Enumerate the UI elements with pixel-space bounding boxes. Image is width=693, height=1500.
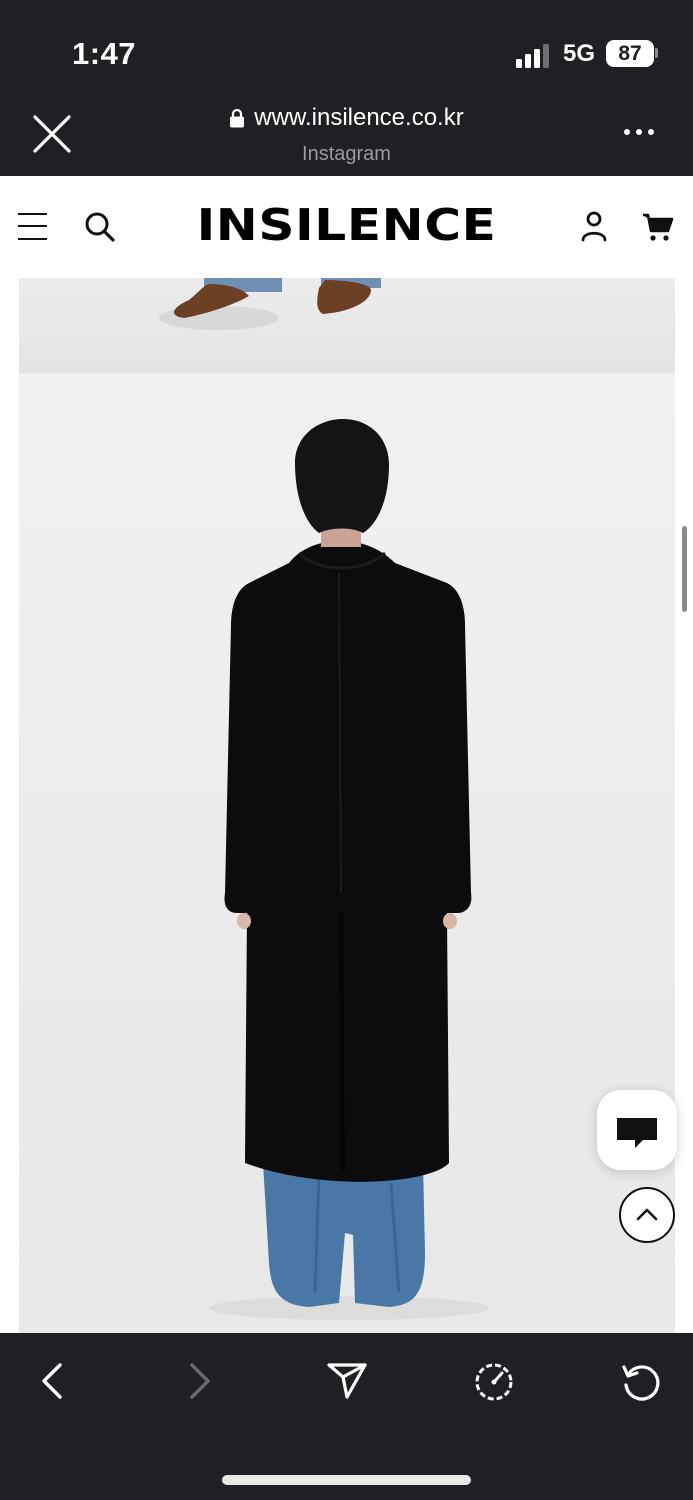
coat-model-illustration — [209, 419, 489, 1320]
product-detail-content[interactable] — [0, 278, 693, 1333]
battery-tip — [655, 48, 658, 58]
forward-button[interactable] — [178, 1359, 222, 1403]
signal-bars-icon — [516, 44, 556, 68]
user-icon[interactable] — [580, 210, 608, 242]
speed-button[interactable] — [472, 1359, 516, 1403]
browser-source-label: Instagram — [302, 143, 391, 165]
product-photo-coat-back-view — [19, 373, 675, 1333]
browser-header: www.insilence.co.kr Instagram — [0, 92, 693, 176]
forward-icon — [190, 1363, 210, 1399]
share-button[interactable] — [325, 1359, 369, 1403]
battery-level: 87 — [606, 40, 654, 67]
status-bar: 1:47 5G 87 — [0, 0, 693, 92]
cart-icon[interactable] — [642, 212, 674, 242]
back-icon — [42, 1363, 62, 1399]
more-icon — [624, 129, 630, 135]
more-options-button[interactable] — [624, 122, 658, 142]
page-url: www.insilence.co.kr — [254, 104, 464, 131]
chat-icon — [617, 1118, 657, 1148]
scroll-indicator[interactable] — [682, 526, 687, 612]
home-indicator[interactable] — [222, 1475, 471, 1485]
chat-button[interactable] — [597, 1090, 677, 1170]
share-icon — [327, 1363, 367, 1399]
product-photo-boots-crop — [19, 278, 675, 373]
address-area[interactable]: www.insilence.co.kr Instagram — [0, 104, 693, 166]
instagram-in-app-browser: 1:47 5G 87 www.insilence.co.kr Instagram… — [0, 0, 693, 1500]
chevron-up-icon — [636, 1208, 658, 1221]
reload-icon — [622, 1365, 660, 1401]
network-type: 5G — [563, 40, 596, 67]
status-time: 1:47 — [72, 36, 137, 71]
reload-button[interactable] — [618, 1359, 662, 1403]
site-header: INSILENCE — [0, 176, 693, 278]
back-button[interactable] — [30, 1359, 74, 1403]
boots-illustration — [159, 278, 381, 330]
speedometer-icon — [475, 1363, 513, 1401]
lock-icon — [230, 108, 245, 128]
scroll-top-button[interactable] — [619, 1187, 675, 1243]
